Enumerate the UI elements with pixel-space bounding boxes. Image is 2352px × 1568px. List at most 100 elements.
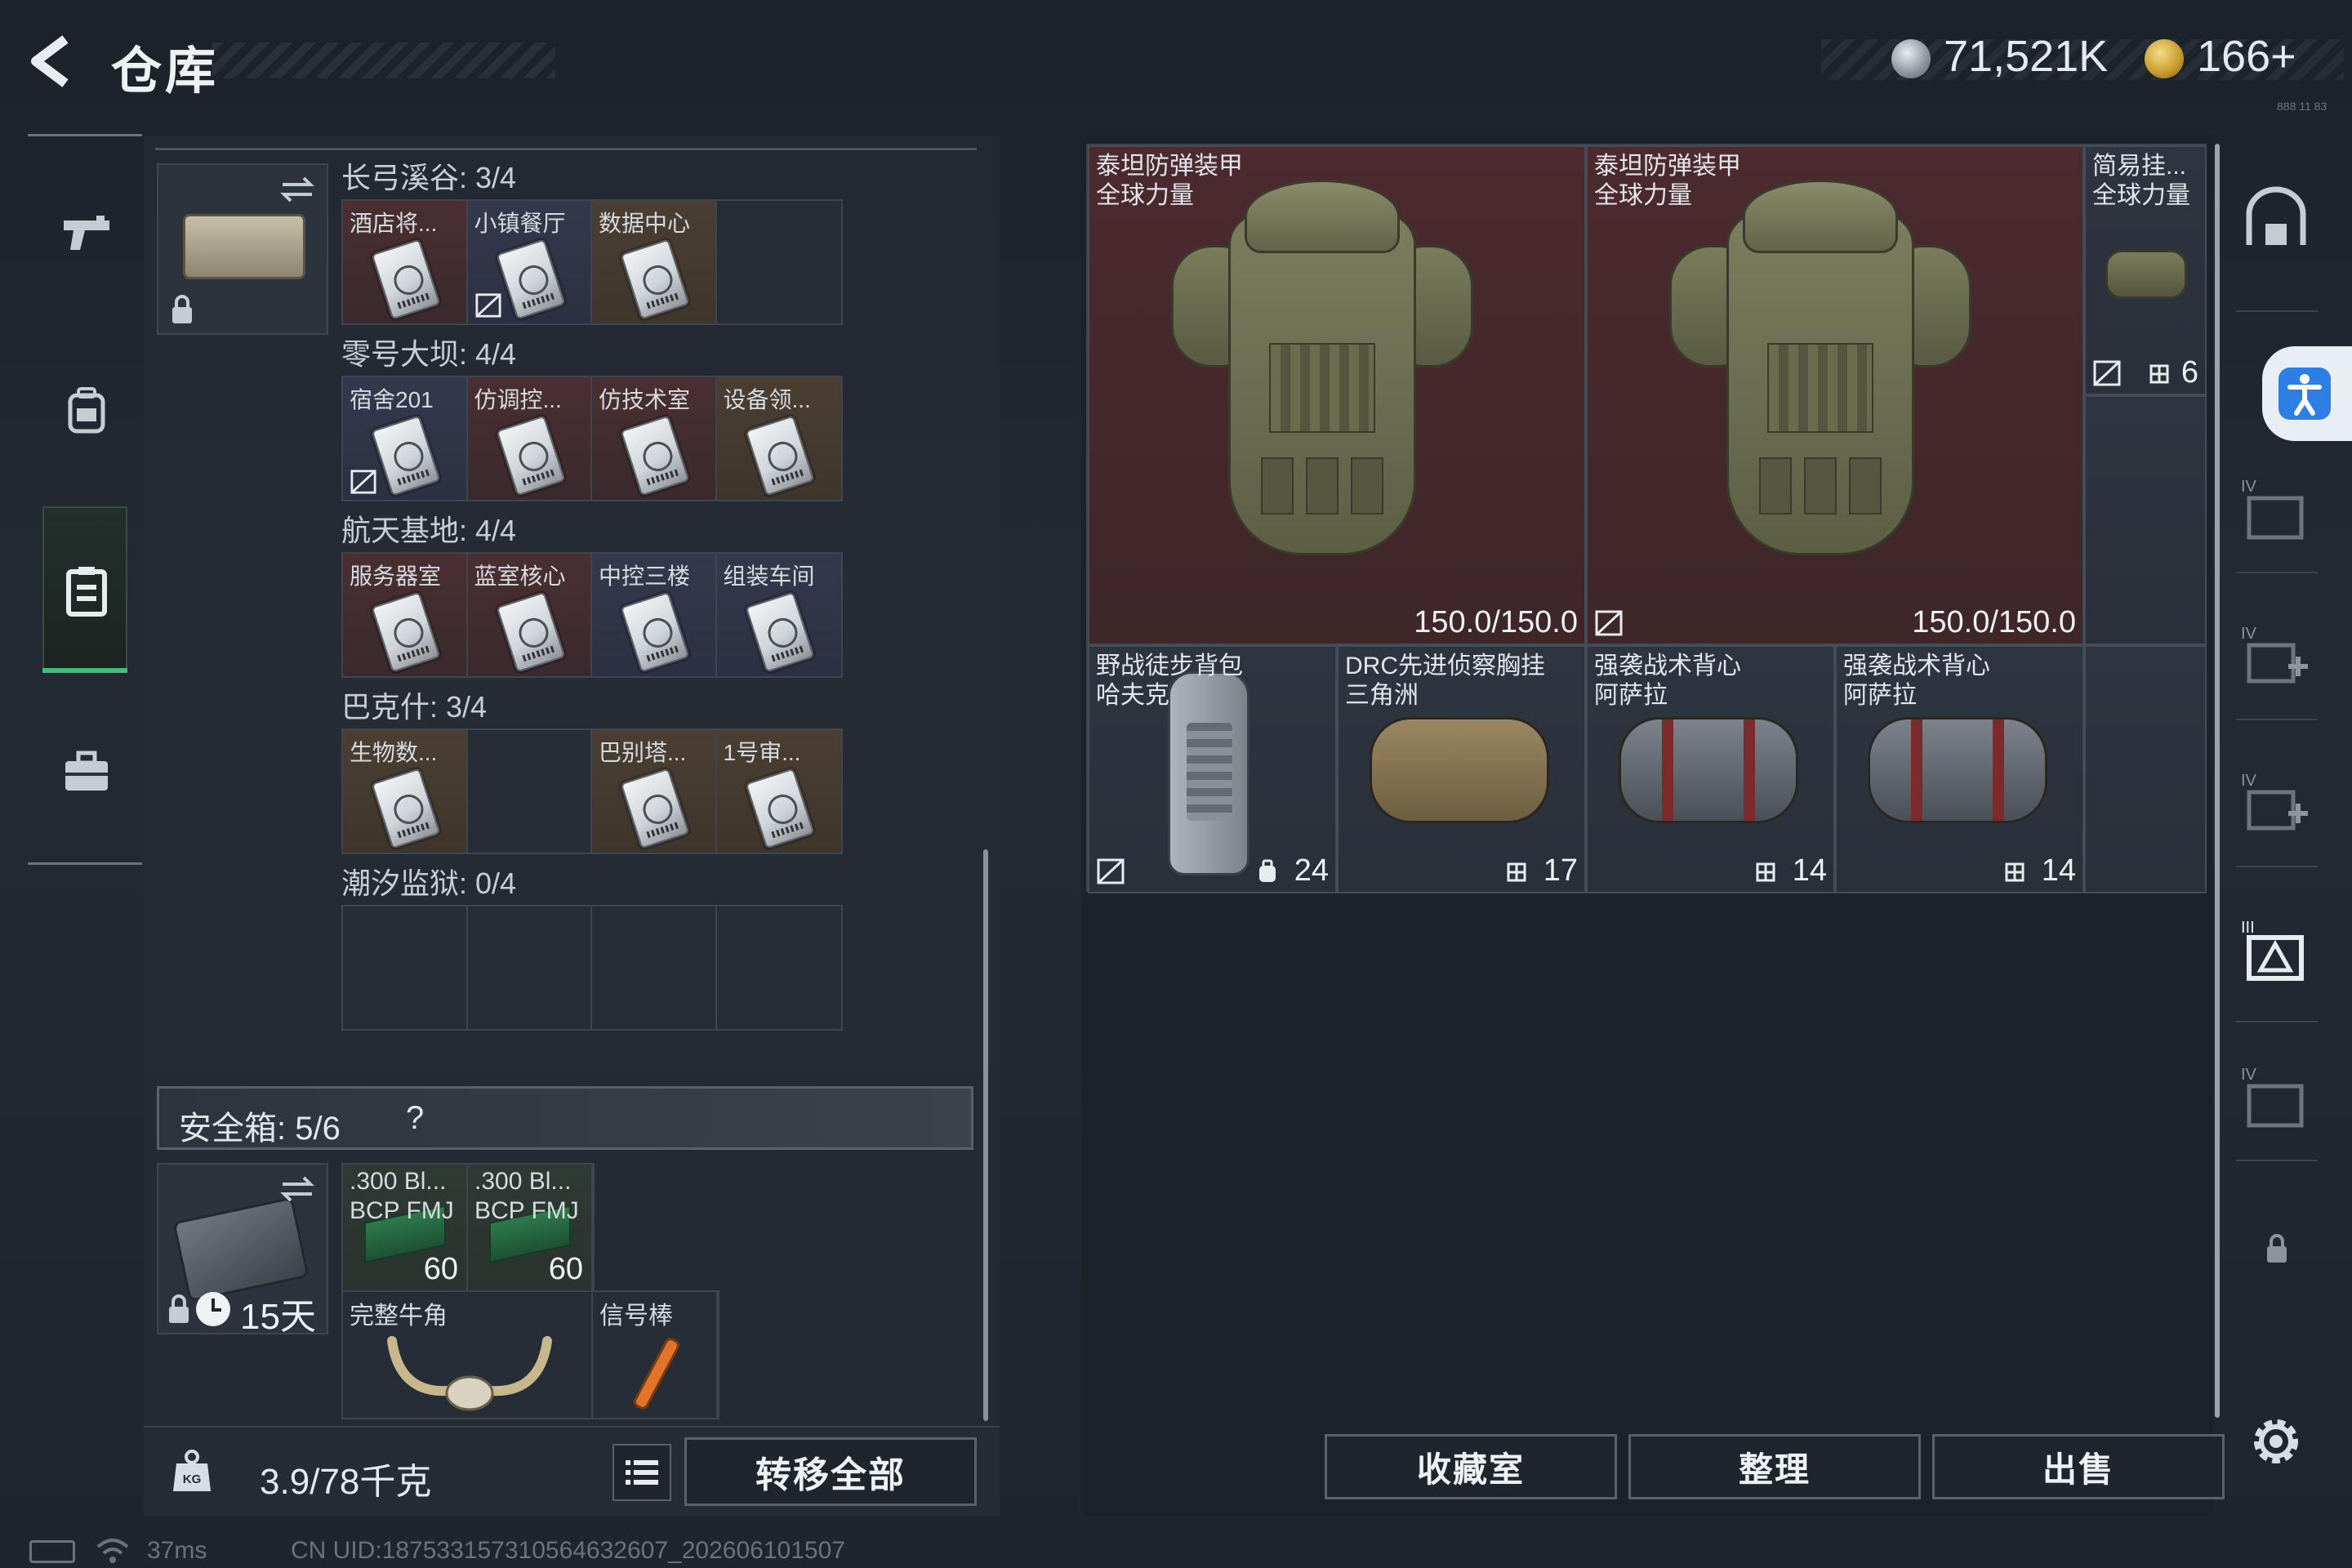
empty-slot[interactable] [2084, 645, 2207, 893]
keycard-image [745, 591, 814, 673]
keycard-slot[interactable]: 酒店将... [343, 201, 468, 323]
keycard-name: 宿舍201 [350, 387, 434, 412]
panel-top-divider [155, 144, 977, 150]
keycard-name: 酒店将... [350, 211, 438, 236]
accessibility-icon [2278, 368, 2331, 420]
rail-tab-iv-add-1[interactable]: IV [2239, 621, 2313, 694]
nav-item-gear[interactable] [42, 327, 127, 490]
keycard-name: 中控三楼 [599, 564, 691, 589]
back-button[interactable] [24, 33, 82, 90]
empty-keycard-slot[interactable] [467, 730, 592, 853]
nav-top-divider [28, 134, 142, 136]
folder-tier-icon: IV [2241, 1066, 2304, 1128]
keycard-image [371, 415, 441, 497]
item-assault-vest-2[interactable]: 强袭战术背心 阿萨拉 14 [1835, 645, 2084, 893]
safebox-item-flare[interactable]: 信号棒 [593, 1292, 718, 1418]
lock-icon [169, 1294, 189, 1323]
item-name: .300 Bl... [350, 1168, 447, 1195]
keycard-name: 数据中心 [599, 211, 691, 236]
nav-item-weapons[interactable] [42, 150, 127, 314]
list-view-button[interactable] [612, 1444, 671, 1501]
keycard-slot[interactable]: 组装车间 [716, 554, 841, 676]
keycard-slot[interactable]: 生物数... [343, 730, 468, 853]
sell-button[interactable]: 出售 [1932, 1434, 2225, 1499]
gold-currency-amount[interactable]: 166+ [2197, 31, 2296, 82]
rail-tab-iii-selected[interactable]: III [2239, 915, 2313, 988]
keycard-slot[interactable]: 仿调控... [467, 377, 592, 500]
list-icon [626, 1460, 658, 1485]
keycard-name: 巴别塔... [599, 740, 687, 765]
backpack-capacity-icon [1259, 859, 1276, 882]
safebox-item-ammo-2[interactable]: .300 Bl... BCP FMJ 60 [468, 1165, 593, 1290]
item-titan-armor-2[interactable]: 泰坦防弹装甲 全球力量 150.0/150.0 [1586, 145, 2084, 645]
item-name: 野战徒步背包 哈夫克 [1096, 653, 1243, 709]
keycard-slot[interactable]: 中控三楼 [592, 554, 717, 676]
svg-text:IV: IV [2241, 772, 2257, 790]
wifi-icon [96, 1539, 129, 1563]
weight-capacity: 3.9/78千克 [260, 1462, 432, 1502]
item-field-backpack[interactable]: 野战徒步背包 哈夫克 24 [1088, 645, 1337, 893]
item-assault-vest-1[interactable]: 强袭战术背心 阿萨拉 14 [1586, 645, 1835, 893]
no-sell-icon [2093, 360, 2121, 386]
svg-text:IV: IV [2241, 478, 2257, 496]
keycard-slot[interactable]: 1号审... [716, 730, 841, 853]
locker-icon [66, 567, 107, 617]
item-titan-armor-1[interactable]: 泰坦防弹装甲 全球力量 150.0/150.0 [1088, 145, 1586, 645]
swap-icon[interactable] [279, 173, 315, 206]
keycard-slot[interactable]: 蓝室核心 [467, 554, 592, 676]
empty-keycard-slot[interactable] [716, 906, 841, 1029]
safebox-card[interactable]: 15天 [157, 1163, 328, 1337]
keycard-name: 设备领... [723, 387, 811, 412]
safebox-help-button[interactable]: ? [406, 1100, 424, 1137]
keycard-slot[interactable]: 设备领... [716, 377, 841, 500]
status-bar: 37ms CN UID:1875331573105646326​07_20260… [0, 1535, 2352, 1568]
empty-keycard-slot[interactable] [467, 906, 592, 1029]
keycard-slot[interactable]: 巴别塔... [592, 730, 717, 853]
rail-storage-tab[interactable] [2239, 183, 2313, 256]
keycard-name: 1号审... [723, 740, 801, 765]
keycard-name: 仿技术室 [599, 387, 691, 412]
transfer-all-button[interactable]: 转移全部 [684, 1437, 977, 1506]
no-sell-icon [1097, 858, 1125, 884]
top-header: 仓库 71,521K 166+ 888 11 83 [0, 0, 2352, 114]
rail-tab-iv-add-2[interactable]: IV [2239, 768, 2313, 841]
keycard-slot[interactable]: 仿技术室 [592, 377, 717, 500]
nav-item-briefcase[interactable] [42, 689, 127, 853]
rail-tab-iv-1[interactable]: IV [2239, 474, 2313, 547]
safebox-item-horn[interactable]: 完整牛角 [343, 1292, 593, 1418]
settings-button[interactable] [2239, 1405, 2313, 1478]
organize-button[interactable]: 整理 [1628, 1434, 1921, 1499]
accessibility-button[interactable] [2262, 346, 2352, 441]
item-capacity: 6 [2180, 355, 2198, 390]
item-simple-bag[interactable]: 简易挂... 全球力量 6 [2084, 145, 2207, 395]
safebox-item-ammo-1[interactable]: .300 Bl... BCP FMJ 60 [343, 1165, 468, 1290]
keycard-holder-card[interactable] [157, 163, 328, 335]
lock-icon [172, 295, 192, 323]
item-name: .300 Bl... [474, 1168, 572, 1195]
collection-room-button[interactable]: 收藏室 [1325, 1434, 1617, 1499]
keycard-image [371, 238, 441, 320]
item-name: 泰坦防弹装甲 全球力量 [1594, 153, 1741, 209]
rail-divider [2236, 310, 2318, 312]
keycard-slot[interactable]: 服务器室 [343, 554, 468, 676]
empty-keycard-slot[interactable] [716, 201, 841, 323]
nav-bottom-divider [28, 862, 142, 865]
keycard-slot[interactable]: 数据中心 [592, 201, 717, 323]
right-scrollbar[interactable] [2215, 144, 2220, 1418]
rail-divider [2236, 719, 2318, 720]
empty-keycard-slot[interactable] [343, 906, 468, 1029]
item-drc-chest-rig[interactable]: DRC先进侦察胸挂 三角洲 17 [1337, 645, 1586, 893]
rail-tab-iv-2[interactable]: IV [2239, 1062, 2313, 1135]
keycard-slot[interactable]: 宿舍201 [343, 377, 468, 500]
keycard-slot[interactable]: 小镇餐厅 [467, 201, 592, 323]
item-capacity: 14 [1792, 853, 1827, 888]
swap-icon[interactable] [279, 1173, 315, 1205]
empty-slot[interactable] [2084, 395, 2207, 645]
nav-item-storage[interactable] [42, 506, 127, 673]
silver-coin-icon [1891, 39, 1931, 78]
tactical-vest-image [1619, 717, 1798, 823]
left-scrollbar[interactable] [983, 849, 988, 1421]
empty-keycard-slot[interactable] [592, 906, 717, 1029]
keycard-image [620, 238, 690, 320]
back-arrow-icon [31, 35, 69, 87]
